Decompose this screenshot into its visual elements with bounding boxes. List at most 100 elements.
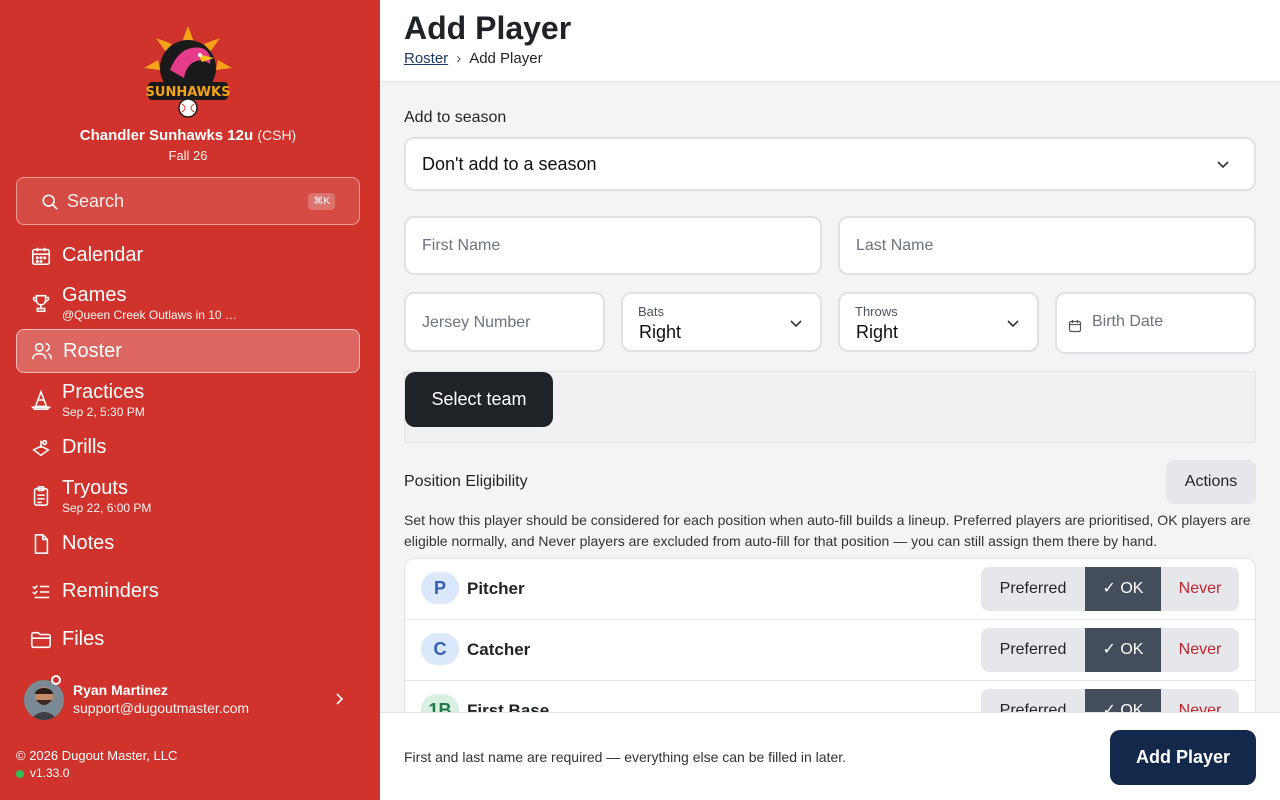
- search-shortcut: ⌘K: [308, 193, 335, 210]
- eligibility-toggle-pitcher: Preferred ✓ OK Never: [981, 567, 1239, 611]
- nav-tryouts-sub: Sep 22, 6:00 PM: [62, 501, 152, 515]
- calendar-icon: [1068, 320, 1082, 333]
- position-name: Pitcher: [467, 579, 525, 598]
- breadcrumb-roster-link[interactable]: Roster: [404, 50, 448, 67]
- eligibility-toggle-first-base: Preferred ✓ OK Never: [981, 689, 1239, 712]
- position-badge: P: [421, 572, 459, 604]
- users-icon: [32, 342, 52, 360]
- first-name-input[interactable]: First Name: [404, 216, 822, 275]
- chevron-right-icon: [336, 693, 344, 705]
- chevron-down-icon: [1217, 161, 1229, 169]
- position-row-catcher: C Catcher Preferred ✓ OK Never: [405, 620, 1255, 681]
- page-title: Add Player: [404, 10, 572, 46]
- nav-calendar[interactable]: Calendar: [16, 236, 360, 276]
- nav-games-label: Games: [62, 284, 127, 306]
- season-select-label: Add to season: [404, 109, 507, 126]
- nav-drills[interactable]: Drills: [16, 428, 360, 468]
- nav-games[interactable]: Games @Queen Creek Outlaws in 10 …: [16, 280, 360, 326]
- clipboard-icon: [33, 486, 49, 506]
- select-team-button[interactable]: Select team: [405, 372, 553, 427]
- breadcrumb: Roster › Add Player: [404, 50, 543, 67]
- ok-option[interactable]: ✓ OK: [1085, 689, 1161, 712]
- preferred-option[interactable]: Preferred: [981, 628, 1085, 672]
- copyright: © 2026 Dugout Master, LLC: [16, 748, 178, 763]
- nav-tryouts[interactable]: Tryouts Sep 22, 6:00 PM: [16, 473, 360, 519]
- user-email: support@dugoutmaster.com: [73, 700, 250, 716]
- nav-calendar-label: Calendar: [62, 244, 144, 266]
- required-note: First and last name are required — every…: [404, 749, 847, 765]
- actions-button[interactable]: Actions: [1166, 460, 1256, 504]
- bats-select[interactable]: Bats Right: [621, 292, 822, 352]
- nav-files[interactable]: Files: [16, 620, 360, 660]
- check-icon: ✓: [1102, 641, 1116, 658]
- ok-option[interactable]: ✓ OK: [1085, 567, 1161, 611]
- nav-practices-label: Practices: [62, 381, 145, 403]
- form-footer: First and last name are required — every…: [380, 712, 1280, 800]
- breadcrumb-separator: ›: [456, 50, 462, 67]
- user-menu[interactable]: Ryan Martinez support@dugoutmaster.com: [24, 675, 360, 722]
- status-dot: [16, 769, 24, 778]
- last-name-placeholder: Last Name: [856, 237, 934, 254]
- add-player-form: Add to season Don't add to a season Firs…: [380, 82, 1280, 712]
- drill-icon: [32, 439, 50, 457]
- position-row-first-base: 1B First Base Preferred ✓ OK Never: [405, 681, 1255, 712]
- logo-wordmark: SUNHAWKS: [146, 85, 231, 100]
- trophy-icon: [32, 294, 50, 313]
- throws-select[interactable]: Throws Right: [838, 292, 1039, 352]
- position-row-pitcher: P Pitcher Preferred ✓ OK Never: [405, 559, 1255, 620]
- ok-label: OK: [1120, 580, 1144, 597]
- ok-option[interactable]: ✓ OK: [1085, 628, 1161, 672]
- jersey-number-input[interactable]: Jersey Number: [404, 292, 605, 352]
- position-list: P Pitcher Preferred ✓ OK Never C Catcher…: [404, 558, 1256, 712]
- calendar-icon: [31, 247, 51, 266]
- team-name: Chandler Sunhawks 12u (CSH): [0, 127, 376, 144]
- throws-value: Right: [856, 322, 899, 342]
- ok-label: OK: [1120, 702, 1144, 712]
- never-option[interactable]: Never: [1161, 567, 1239, 611]
- preferred-option[interactable]: Preferred: [981, 567, 1085, 611]
- nav-drills-label: Drills: [62, 436, 107, 458]
- checklist-icon: [32, 585, 50, 599]
- season-select-value: Don't add to a season: [422, 154, 597, 174]
- position-eligibility-title: Position Eligibility: [404, 473, 528, 490]
- avatar: [24, 680, 64, 720]
- breadcrumb-current: Add Player: [469, 50, 543, 67]
- preferred-option[interactable]: Preferred: [981, 689, 1085, 712]
- nav-practices[interactable]: Practices Sep 2, 5:30 PM: [16, 377, 360, 423]
- season-label: Fall 26: [168, 148, 208, 163]
- last-name-input[interactable]: Last Name: [838, 216, 1256, 275]
- nav-tryouts-label: Tryouts: [62, 477, 128, 499]
- nav-games-sub: @Queen Creek Outlaws in 10 …: [62, 308, 237, 322]
- nav-files-label: Files: [62, 628, 105, 650]
- nav-reminders-label: Reminders: [62, 580, 159, 602]
- bats-value: Right: [639, 322, 682, 342]
- nav-roster-label: Roster: [63, 340, 122, 362]
- nav-notes[interactable]: Notes: [16, 524, 360, 564]
- sidebar: SUNHAWKS Chandler Sunhawks 12u (CSH) Fal…: [0, 0, 380, 800]
- add-player-button[interactable]: Add Player: [1110, 730, 1256, 785]
- user-name: Ryan Martinez: [73, 682, 168, 698]
- position-badge: C: [421, 633, 459, 665]
- eligibility-description: Set how this player should be considered…: [404, 512, 1251, 549]
- app-version: v1.33.0: [16, 766, 69, 780]
- nav-reminders[interactable]: Reminders: [16, 572, 360, 612]
- never-option[interactable]: Never: [1161, 628, 1239, 672]
- nav-roster[interactable]: Roster: [16, 329, 360, 373]
- check-icon: ✓: [1102, 702, 1116, 712]
- birth-date-input[interactable]: Birth Date: [1055, 292, 1256, 354]
- season-select[interactable]: Don't add to a season: [404, 137, 1256, 191]
- bats-label: Bats: [638, 304, 665, 319]
- eligibility-toggle-catcher: Preferred ✓ OK Never: [981, 628, 1239, 672]
- chevron-down-icon: [790, 320, 802, 328]
- note-icon: [34, 534, 49, 554]
- position-badge: 1B: [421, 694, 459, 712]
- team-logo: SUNHAWKS: [140, 24, 236, 120]
- throws-label: Throws: [855, 304, 898, 319]
- team-name-text: Chandler Sunhawks 12u: [79, 127, 254, 144]
- chevron-down-icon: [1007, 320, 1019, 328]
- first-name-placeholder: First Name: [422, 237, 501, 254]
- search-label: Search: [67, 191, 125, 211]
- search-button[interactable]: Search ⌘K: [16, 177, 360, 225]
- jersey-number-placeholder: Jersey Number: [422, 314, 531, 331]
- never-option[interactable]: Never: [1161, 689, 1239, 712]
